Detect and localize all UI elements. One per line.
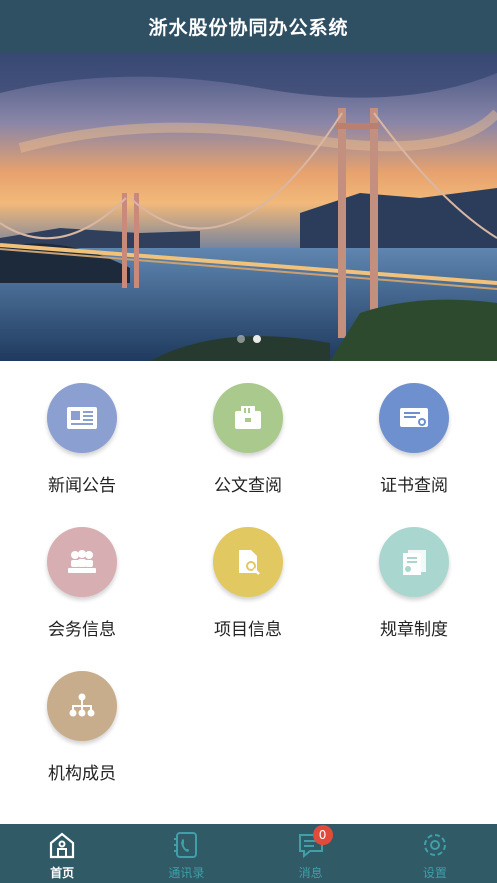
- menu-item-regulations[interactable]: 规章制度: [354, 527, 474, 657]
- menu-item-label: 公文查阅: [214, 476, 282, 496]
- app-header: 浙水股份协同办公系统: [0, 0, 497, 53]
- menu-item-certificates[interactable]: 证书查阅: [354, 383, 474, 513]
- carousel-dot-active[interactable]: [252, 335, 261, 343]
- menu-item-documents[interactable]: 公文查阅: [188, 383, 308, 513]
- menu-item-label: 项目信息: [214, 620, 282, 640]
- menu-item-label: 机构成员: [48, 764, 116, 784]
- org-chart-icon: [47, 671, 117, 741]
- menu-item-organization[interactable]: 机构成员: [22, 671, 142, 801]
- contacts-icon: [169, 828, 203, 862]
- home-icon: [45, 828, 79, 862]
- tab-messages[interactable]: 0 消息: [249, 824, 373, 883]
- menu-item-news[interactable]: 新闻公告: [22, 383, 142, 513]
- carousel-dots: [0, 335, 497, 343]
- bottom-tab-bar: 首页 通讯录 0 消息 设置: [0, 824, 497, 883]
- menu-item-label: 会务信息: [48, 620, 116, 640]
- menu-item-projects[interactable]: 项目信息: [188, 527, 308, 657]
- unread-badge: 0: [312, 825, 333, 845]
- banner-carousel[interactable]: [0, 53, 497, 361]
- newspaper-icon: [47, 383, 117, 453]
- tab-home[interactable]: 首页: [0, 824, 124, 883]
- carousel-dot[interactable]: [236, 335, 245, 343]
- menu-item-label: 规章制度: [380, 620, 448, 640]
- tab-settings[interactable]: 设置: [373, 824, 497, 883]
- document-folder-icon: [213, 383, 283, 453]
- tab-label: 设置: [422, 866, 447, 880]
- regulation-doc-icon: [379, 527, 449, 597]
- meeting-people-icon: [47, 527, 117, 597]
- menu-item-label: 新闻公告: [48, 476, 116, 496]
- file-search-icon: [213, 527, 283, 597]
- tab-label: 首页: [50, 866, 75, 880]
- certificate-icon: [379, 383, 449, 453]
- settings-icon: [418, 828, 452, 862]
- tab-contacts[interactable]: 通讯录: [124, 824, 248, 883]
- menu-item-label: 证书查阅: [380, 476, 448, 496]
- menu-item-meetings[interactable]: 会务信息: [22, 527, 142, 657]
- bridge-banner-image: [0, 53, 497, 361]
- tab-label: 通讯录: [168, 866, 205, 880]
- tab-label: 消息: [298, 866, 323, 880]
- page-title: 浙水股份协同办公系统: [148, 17, 349, 39]
